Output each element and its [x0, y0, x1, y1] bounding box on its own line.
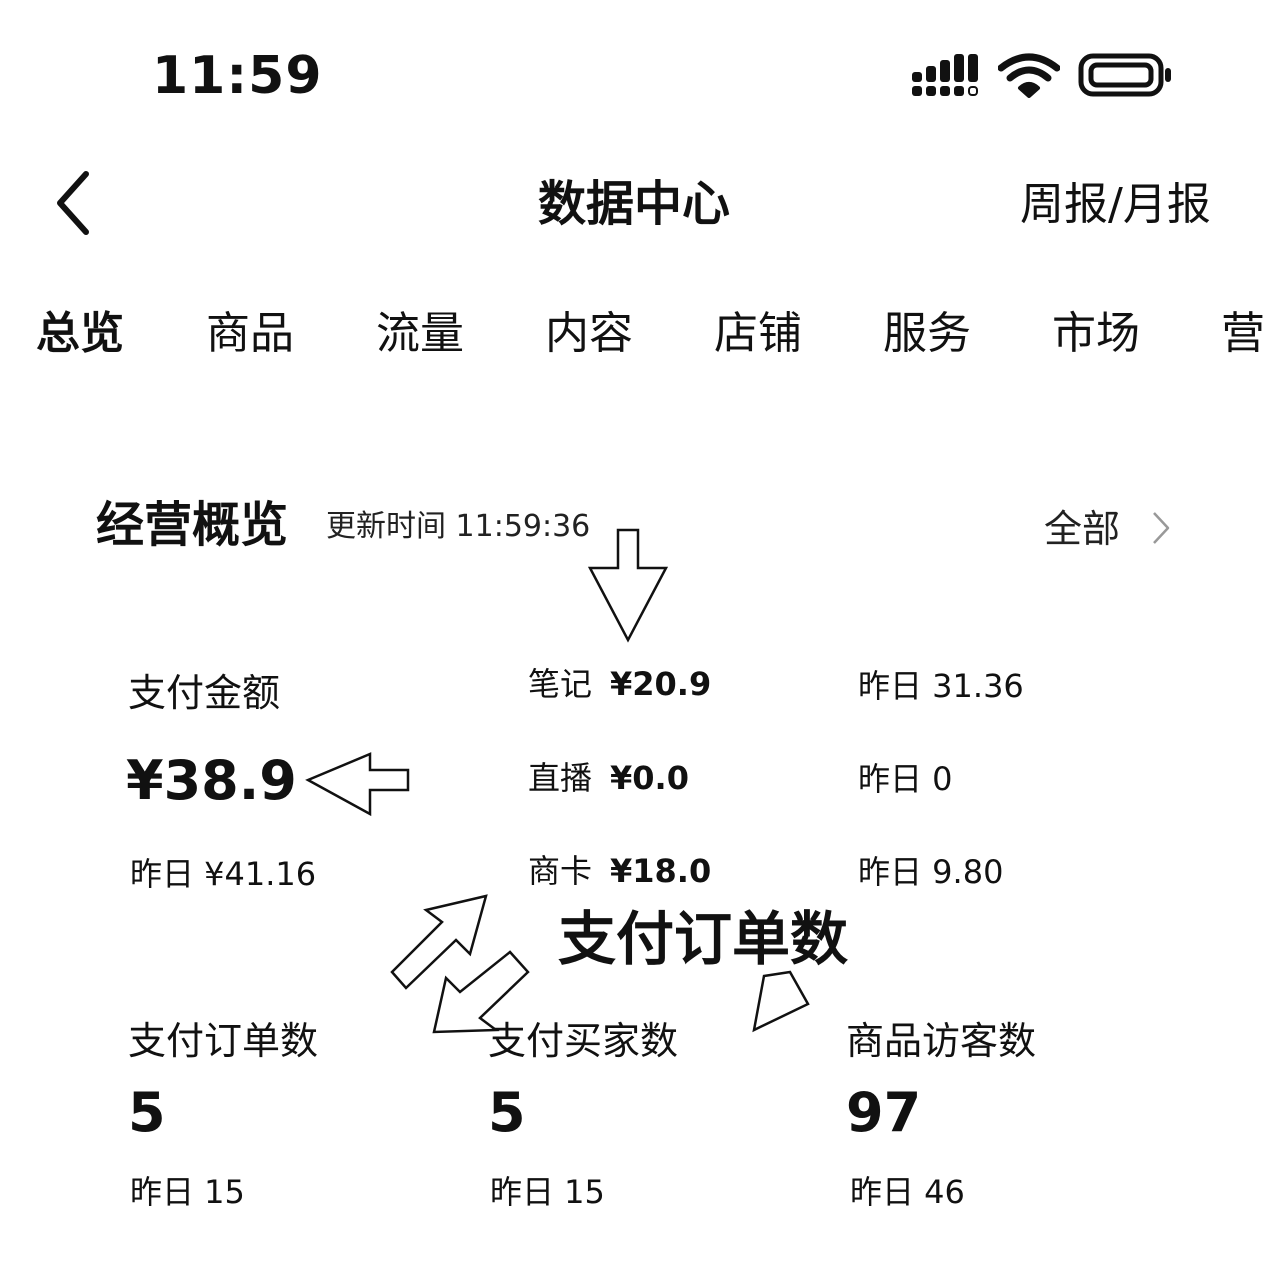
up-right-arrow-icon	[390, 894, 488, 990]
down-left-arrow-icon	[432, 950, 530, 1034]
small-down-left-arrow-icon	[752, 970, 810, 1033]
left-arrow-icon	[305, 752, 410, 817]
down-arrow-icon	[587, 528, 669, 643]
annotation-arrows	[305, 528, 810, 1034]
